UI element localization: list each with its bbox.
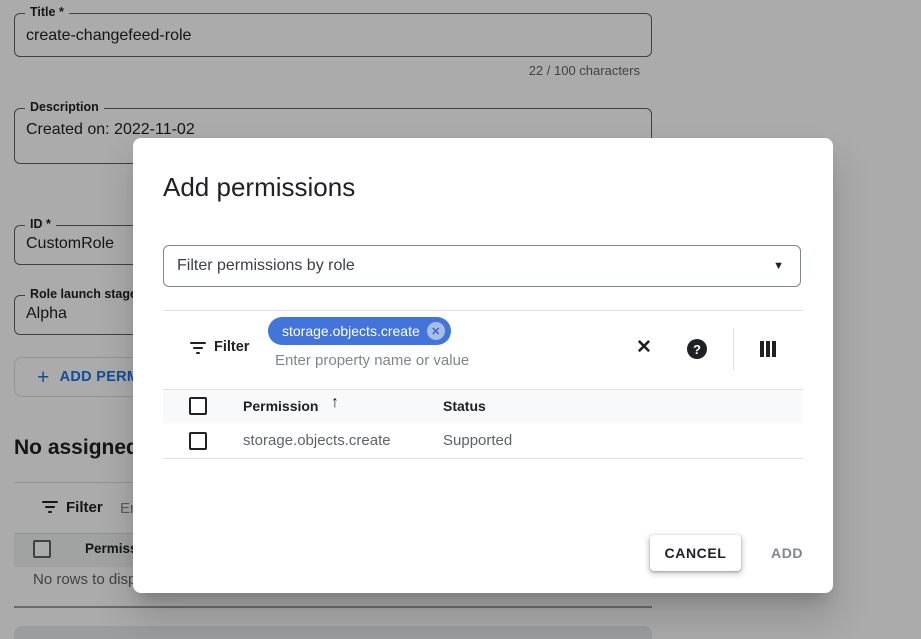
- chip-remove-icon[interactable]: ✕: [427, 322, 445, 340]
- help-icon[interactable]: ?: [687, 339, 707, 359]
- row-status-cell: Supported: [443, 432, 512, 449]
- status-column-header[interactable]: Status: [443, 398, 486, 414]
- add-permissions-dialog: Add permissions Filter permissions by ro…: [133, 138, 833, 593]
- modal-filter-label: Filter: [214, 339, 249, 355]
- toolbar-divider: [163, 310, 803, 311]
- role-filter-placeholder: Filter permissions by role: [177, 246, 355, 286]
- filter-icon: [190, 342, 206, 354]
- role-filter-dropdown[interactable]: Filter permissions by role ▼: [163, 245, 801, 287]
- filter-chip[interactable]: storage.objects.create ✕: [268, 317, 451, 345]
- clear-filters-icon[interactable]: ✕: [636, 336, 652, 359]
- row-permission-cell: storage.objects.create: [243, 432, 391, 449]
- permission-column-header[interactable]: Permission: [243, 398, 318, 414]
- dialog-title: Add permissions: [163, 172, 355, 203]
- add-button[interactable]: ADD: [765, 535, 809, 571]
- toolbar-vertical-divider: [733, 328, 734, 370]
- screen: Title * create-changefeed-role 22 / 100 …: [0, 0, 921, 639]
- filter-chip-label: storage.objects.create: [282, 323, 420, 339]
- sort-ascending-icon[interactable]: ↑: [331, 394, 339, 412]
- chevron-down-icon: ▼: [773, 246, 784, 286]
- row-checkbox[interactable]: [189, 432, 207, 450]
- select-all-checkbox[interactable]: [189, 397, 207, 415]
- cancel-button[interactable]: CANCEL: [650, 535, 741, 571]
- modal-filter-input[interactable]: Enter property name or value: [275, 352, 469, 369]
- column-display-icon[interactable]: [760, 341, 776, 357]
